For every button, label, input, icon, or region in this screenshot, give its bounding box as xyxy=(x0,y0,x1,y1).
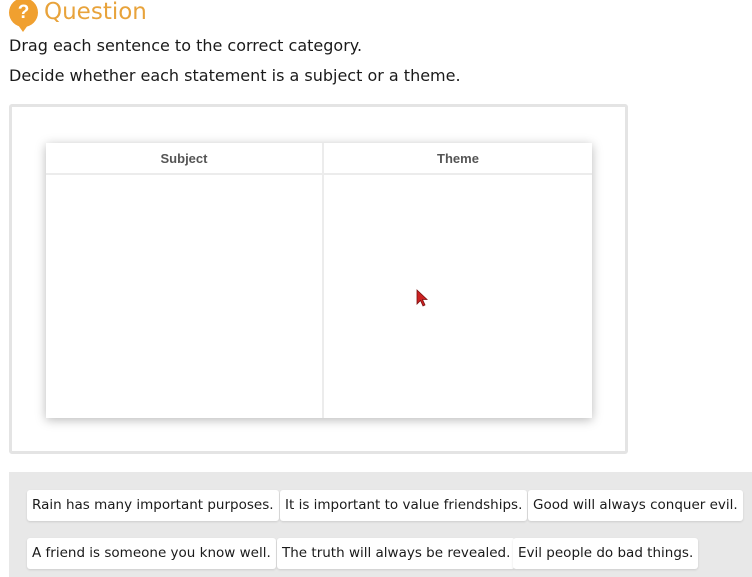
category-subject[interactable]: Subject xyxy=(46,143,324,418)
question-page: ? Question Drag each sentence to the cor… xyxy=(0,0,752,577)
category-header-theme: Theme xyxy=(324,143,592,175)
draggable-card[interactable]: Evil people do bad things. xyxy=(513,538,699,569)
instruction-decide: Decide whether each statement is a subje… xyxy=(9,66,461,85)
draggable-card[interactable]: Good will always conquer evil. xyxy=(528,490,743,521)
mouse-cursor-icon xyxy=(416,289,428,307)
categorization-area: Subject Theme xyxy=(9,104,628,454)
category-table: Subject Theme xyxy=(46,143,592,418)
answer-bank: Rain has many important purposes. It is … xyxy=(9,472,752,577)
category-header-subject: Subject xyxy=(46,143,322,175)
drop-zone-subject[interactable] xyxy=(46,175,322,418)
draggable-card[interactable]: A friend is someone you know well. xyxy=(27,538,276,569)
instruction-drag: Drag each sentence to the correct catego… xyxy=(9,36,363,55)
question-mark-icon: ? xyxy=(9,0,38,32)
question-title: Question xyxy=(44,0,147,25)
draggable-card[interactable]: Rain has many important purposes. xyxy=(27,490,279,521)
question-header: ? Question xyxy=(9,0,147,32)
category-theme[interactable]: Theme xyxy=(324,143,592,418)
draggable-card[interactable]: The truth will always be revealed. xyxy=(277,538,516,569)
draggable-card[interactable]: It is important to value friendships. xyxy=(280,490,528,521)
drop-zone-theme[interactable] xyxy=(324,175,592,418)
